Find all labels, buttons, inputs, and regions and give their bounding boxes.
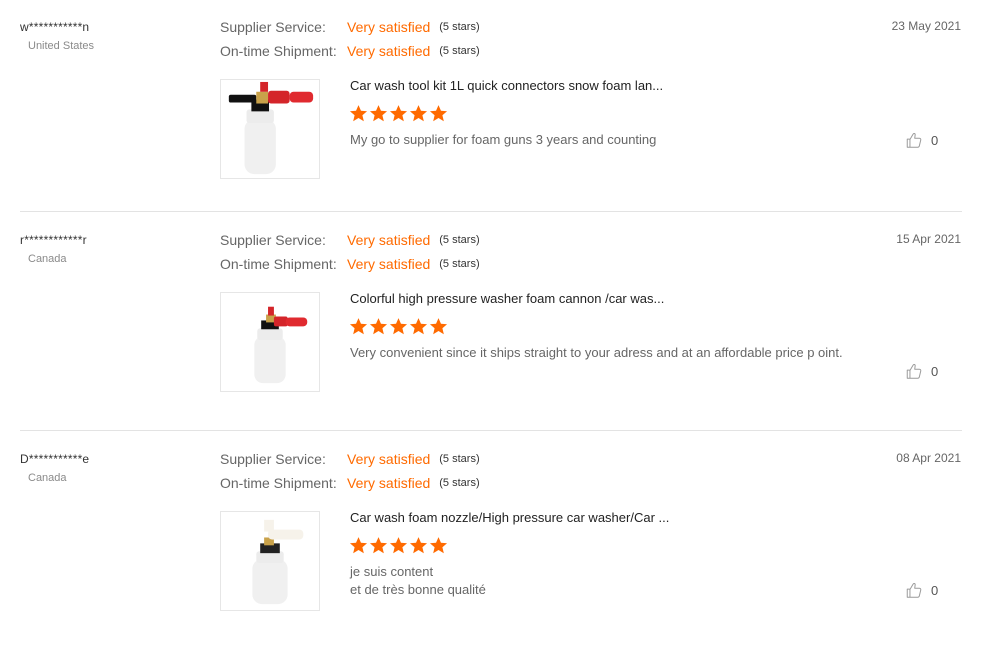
supplier-service-value: Very satisfied <box>347 232 431 248</box>
reviewer-country: Canada <box>28 472 67 484</box>
star-icon <box>389 104 408 123</box>
star-rating <box>349 317 448 336</box>
review-divider <box>20 430 962 431</box>
review-comment: Very convenient since it ships straight … <box>350 345 843 360</box>
shipment-stars: (5 stars) <box>439 477 480 489</box>
supplier-service-value: Very satisfied <box>347 451 431 467</box>
shipment-label: On-time Shipment: <box>220 475 337 491</box>
helpful-count: 0 <box>931 363 939 379</box>
star-icon <box>369 317 388 336</box>
product-thumbnail[interactable] <box>220 79 320 179</box>
star-icon <box>389 317 408 336</box>
reviewer-country: Canada <box>28 253 67 265</box>
helpful-button[interactable]: 0 <box>905 581 938 599</box>
product-title-link[interactable]: Car wash foam nozzle/High pressure car w… <box>350 510 669 525</box>
reviewer-name: D***********e <box>20 452 90 466</box>
star-icon <box>429 104 448 123</box>
foam-cannon-image <box>254 306 308 384</box>
star-icon <box>349 317 368 336</box>
star-icon <box>409 317 428 336</box>
supplier-service-rating: Supplier Service: Very satisfied (5 star… <box>220 18 480 36</box>
supplier-service-label: Supplier Service: <box>220 451 326 467</box>
foam-cannon-image <box>228 81 314 175</box>
shipment-label: On-time Shipment: <box>220 43 337 59</box>
review-date: 08 Apr 2021 <box>896 451 961 465</box>
product-thumbnail[interactable] <box>220 511 320 611</box>
star-icon <box>409 536 428 555</box>
helpful-button[interactable]: 0 <box>905 362 938 380</box>
reviewer-name: w***********n <box>20 20 90 34</box>
shipment-rating: On-time Shipment: Very satisfied (5 star… <box>220 42 480 60</box>
star-icon <box>369 104 388 123</box>
shipment-rating: On-time Shipment: Very satisfied (5 star… <box>220 474 480 492</box>
supplier-service-rating: Supplier Service: Very satisfied (5 star… <box>220 231 480 249</box>
review-comment: je suis content et de très bonne qualité <box>350 563 850 599</box>
foam-cannon-image <box>252 519 304 605</box>
shipment-stars: (5 stars) <box>439 258 480 270</box>
product-title-link[interactable]: Colorful high pressure washer foam canno… <box>350 291 664 306</box>
product-title-link[interactable]: Car wash tool kit 1L quick connectors sn… <box>350 78 663 93</box>
review-divider <box>20 211 962 212</box>
shipment-value: Very satisfied <box>347 256 431 272</box>
review-date: 23 May 2021 <box>891 19 961 33</box>
star-rating <box>349 104 448 123</box>
reviewer-name: r************r <box>20 233 87 247</box>
thumbs-up-icon[interactable] <box>905 362 923 380</box>
star-icon <box>429 317 448 336</box>
reviewer-country: United States <box>28 40 95 52</box>
review-comment: My go to supplier for foam guns 3 years … <box>350 132 657 147</box>
shipment-value: Very satisfied <box>347 43 431 59</box>
supplier-service-rating: Supplier Service: Very satisfied (5 star… <box>220 450 480 468</box>
supplier-service-value: Very satisfied <box>347 19 431 35</box>
supplier-service-stars: (5 stars) <box>439 453 480 465</box>
review-date: 15 Apr 2021 <box>896 232 961 246</box>
star-icon <box>349 104 368 123</box>
shipment-value: Very satisfied <box>347 475 431 491</box>
helpful-count: 0 <box>931 582 939 598</box>
review-comment-line: et de très bonne qualité <box>350 582 486 597</box>
thumbs-up-icon[interactable] <box>905 131 923 149</box>
star-icon <box>389 536 408 555</box>
product-thumbnail[interactable] <box>220 292 320 392</box>
shipment-label: On-time Shipment: <box>220 256 337 272</box>
helpful-count: 0 <box>931 132 939 148</box>
review-comment-line: je suis content <box>350 564 434 579</box>
shipment-rating: On-time Shipment: Very satisfied (5 star… <box>220 255 480 273</box>
supplier-service-label: Supplier Service: <box>220 19 326 35</box>
supplier-service-stars: (5 stars) <box>439 234 480 246</box>
star-icon <box>349 536 368 555</box>
supplier-service-label: Supplier Service: <box>220 232 326 248</box>
shipment-stars: (5 stars) <box>439 45 480 57</box>
helpful-button[interactable]: 0 <box>905 131 938 149</box>
star-icon <box>409 104 428 123</box>
star-icon <box>429 536 448 555</box>
star-icon <box>369 536 388 555</box>
star-rating <box>349 536 448 555</box>
thumbs-up-icon[interactable] <box>905 581 923 599</box>
supplier-service-stars: (5 stars) <box>439 21 480 33</box>
